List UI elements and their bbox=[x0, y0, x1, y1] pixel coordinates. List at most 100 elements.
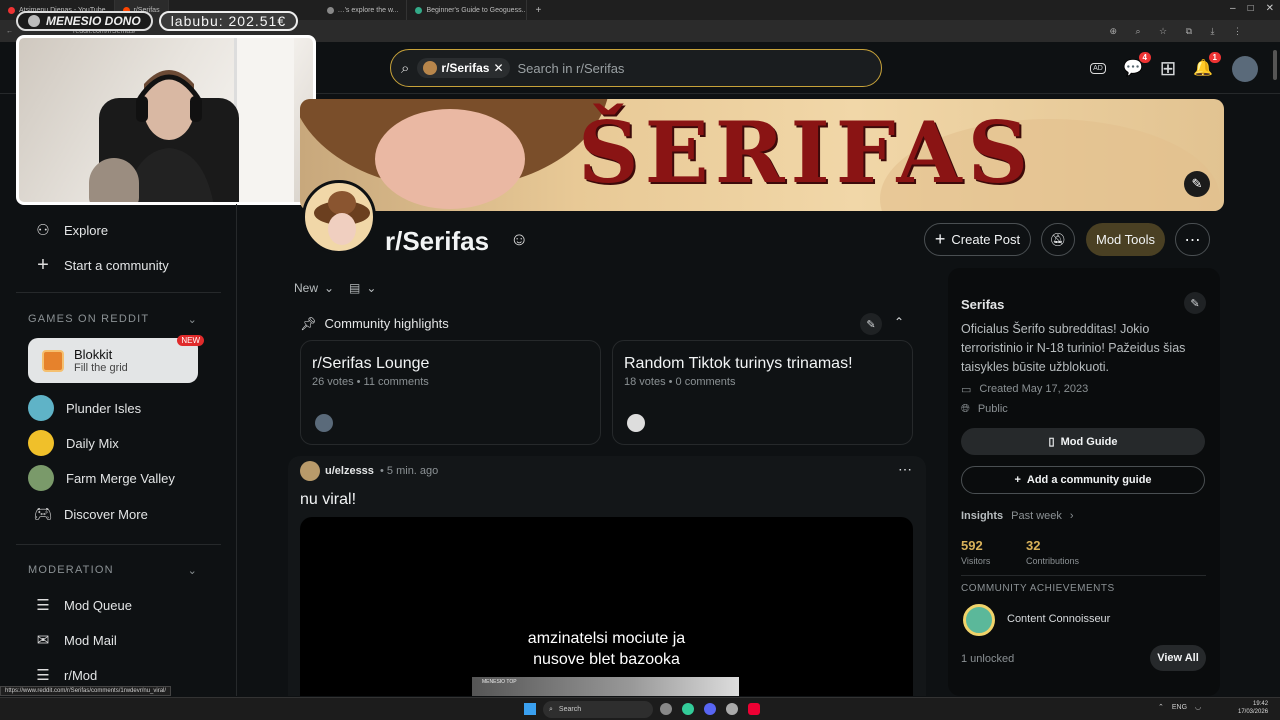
blokkit-card[interactable]: Blokkit Fill the grid NEW bbox=[28, 335, 204, 383]
video-inset: MENESIO TOP bbox=[472, 677, 739, 696]
user-avatar[interactable] bbox=[1232, 56, 1258, 82]
close-icon[interactable]: ✕ bbox=[1266, 3, 1274, 14]
game-farm-merge-valley[interactable]: Farm Merge Valley bbox=[28, 465, 175, 491]
search-community-chip[interactable]: r/Serifas ✕ bbox=[417, 58, 510, 78]
maximize-icon[interactable]: □ bbox=[1248, 3, 1254, 14]
sidebar-item-explore[interactable]: ⚇ Explore bbox=[34, 221, 108, 239]
new-tab-button[interactable]: + bbox=[527, 0, 549, 20]
collapse-highlights-button[interactable]: ⌃ bbox=[894, 315, 904, 329]
games-section-header[interactable]: GAMES ON REDDIT ⌄ bbox=[28, 313, 198, 326]
discord-icon[interactable] bbox=[704, 703, 716, 715]
post-options-icon[interactable]: ⋯ bbox=[898, 461, 912, 478]
webcam-overlay bbox=[16, 35, 316, 205]
mod-queue-icon: ☰ bbox=[36, 597, 50, 614]
sidebar-item-r-mod[interactable]: ☰ r/Mod bbox=[34, 666, 97, 684]
app-icon[interactable] bbox=[726, 703, 738, 715]
chat-icon[interactable]: 💬 4 bbox=[1121, 52, 1151, 80]
sort-label: New bbox=[294, 281, 319, 295]
taskbar-search-label: Search bbox=[558, 706, 582, 713]
notification-icon[interactable]: 🔔 1 bbox=[1191, 52, 1221, 80]
tiktok-icon[interactable] bbox=[748, 703, 760, 715]
advertise-icon[interactable]: AD bbox=[1086, 56, 1110, 80]
community-avatar[interactable] bbox=[302, 180, 376, 254]
search-bar[interactable]: ⌕ r/Serifas ✕ Search in r/Serifas bbox=[390, 49, 882, 87]
highlights-heading: Community highlights bbox=[324, 316, 449, 331]
sidebar-item-label: Discover More bbox=[64, 506, 148, 522]
created-row: ▭ Created May 17, 2023 bbox=[961, 383, 1088, 396]
taskbar-apps[interactable] bbox=[660, 703, 760, 715]
post-video[interactable]: amzinatelsi mociute ja nusove blet bazoo… bbox=[300, 517, 913, 696]
moderation-section-header[interactable]: MODERATION ⌄ bbox=[28, 564, 198, 577]
back-icon[interactable]: ← bbox=[6, 28, 13, 35]
tab-label: Beginner's Guide to Geoguess... bbox=[426, 6, 528, 14]
dono-label: MENESIO DONO bbox=[16, 11, 153, 31]
browser-tab[interactable]: …'s explore the w... bbox=[319, 0, 408, 20]
banner-title: ŠERIFAS bbox=[578, 103, 1035, 202]
edit-banner-button[interactable]: ✎ bbox=[1184, 171, 1210, 197]
button-label: Add a community guide bbox=[1026, 474, 1152, 486]
highlight-meta: 26 votes • 11 comments bbox=[312, 376, 429, 388]
button-label: View All bbox=[1157, 652, 1199, 664]
minimize-icon[interactable]: – bbox=[1230, 3, 1236, 14]
view-all-button[interactable]: View All bbox=[1150, 645, 1206, 671]
post-title[interactable]: nu viral! bbox=[300, 491, 356, 509]
edit-info-button[interactable]: ✎ bbox=[1184, 292, 1206, 314]
game-label: Plunder Isles bbox=[66, 400, 142, 416]
notification-badge: 1 bbox=[1208, 52, 1221, 63]
plunder-isles-icon bbox=[28, 395, 54, 421]
search-input[interactable]: Search in r/Serifas bbox=[518, 61, 625, 76]
view-dropdown[interactable]: ▤ ⌄ bbox=[349, 281, 376, 295]
new-badge: NEW bbox=[177, 335, 204, 346]
browser-toolbar-icons[interactable]: ⊕ ⌕ ☆ ⧉ ⤓ ⋮ bbox=[1109, 26, 1250, 37]
sidebar-item-mod-mail[interactable]: ✉ Mod Mail bbox=[34, 631, 117, 649]
post-time: • 5 min. ago bbox=[380, 465, 439, 477]
mod-mail-icon: ✉ bbox=[36, 632, 50, 649]
community-description: Oficialus Šerifo subredditas! Jokio terr… bbox=[961, 322, 1186, 374]
game-daily-mix[interactable]: Daily Mix bbox=[28, 430, 119, 456]
browser-icon[interactable] bbox=[660, 703, 672, 715]
chevron-down-icon: ⌄ bbox=[366, 281, 377, 295]
video-caption: nusove blet bazooka bbox=[533, 651, 680, 668]
discover-more[interactable]: 🎮︎ Discover More bbox=[33, 505, 148, 523]
divider bbox=[961, 575, 1206, 576]
sidebar-item-mod-queue[interactable]: ☰ Mod Queue bbox=[34, 596, 132, 614]
page-icon bbox=[415, 6, 423, 14]
highlight-card[interactable]: Random Tiktok turinys trinamas! 18 votes… bbox=[612, 340, 913, 445]
sidebar-item-label: Mod Queue bbox=[64, 597, 132, 613]
post-author[interactable]: u/elzesss bbox=[325, 465, 374, 477]
mod-tools-button[interactable]: Mod Tools bbox=[1086, 223, 1165, 256]
plus-icon: + bbox=[37, 253, 49, 276]
chip-label: r/Serifas bbox=[441, 61, 490, 75]
post-card[interactable]: u/elzesss • 5 min. ago ⋯ nu viral! amzin… bbox=[288, 456, 926, 696]
edit-highlights-button[interactable]: ✎ bbox=[860, 313, 882, 335]
browser-tab[interactable]: Beginner's Guide to Geoguess... bbox=[407, 0, 528, 20]
close-icon[interactable]: ✕ bbox=[493, 61, 503, 75]
sort-dropdown[interactable]: New ⌄ bbox=[294, 281, 334, 295]
video-caption: amzinatelsi mociute ja bbox=[527, 630, 686, 647]
contributions-value: 32 bbox=[1026, 538, 1041, 553]
mod-guide-button[interactable]: ▯ Mod Guide bbox=[961, 428, 1205, 455]
highlight-card[interactable]: r/Serifas Lounge 26 votes • 11 comments bbox=[300, 340, 601, 445]
notification-bell-button[interactable]: 🔕︎ bbox=[1041, 223, 1075, 256]
youtube-icon bbox=[8, 6, 15, 14]
language-indicator[interactable]: ENG bbox=[1172, 704, 1187, 711]
unlocked-count: 1 unlocked bbox=[961, 653, 1015, 665]
more-options-button[interactable]: ⋯ bbox=[1175, 223, 1210, 256]
taskbar-search[interactable]: ⌕ Search bbox=[543, 701, 653, 718]
divider bbox=[16, 544, 221, 545]
achievement-name: Content Connoisseur bbox=[1007, 613, 1111, 625]
create-post-button[interactable]: + Create Post bbox=[924, 223, 1031, 256]
game-plunder-isles[interactable]: Plunder Isles bbox=[28, 395, 141, 421]
sidebar-item-start-community[interactable]: + Start a community bbox=[34, 253, 169, 276]
chevron-up-icon[interactable]: ⌃ bbox=[1158, 703, 1164, 711]
add-guide-button[interactable]: + Add a community guide bbox=[961, 466, 1205, 494]
start-icon[interactable] bbox=[524, 703, 536, 715]
insights-row[interactable]: Insights Past week › bbox=[961, 510, 1074, 522]
smiley-plus-icon[interactable]: ☺ bbox=[510, 229, 528, 250]
community-avatar-icon bbox=[423, 61, 438, 75]
create-icon[interactable]: ⊞ bbox=[1156, 56, 1180, 80]
chrome-icon[interactable] bbox=[682, 703, 694, 715]
clock[interactable]: 19:42 17/03/2026 bbox=[1238, 700, 1268, 716]
wifi-icon[interactable]: ◡ bbox=[1195, 703, 1201, 711]
page-scrollbar[interactable] bbox=[1273, 50, 1277, 80]
